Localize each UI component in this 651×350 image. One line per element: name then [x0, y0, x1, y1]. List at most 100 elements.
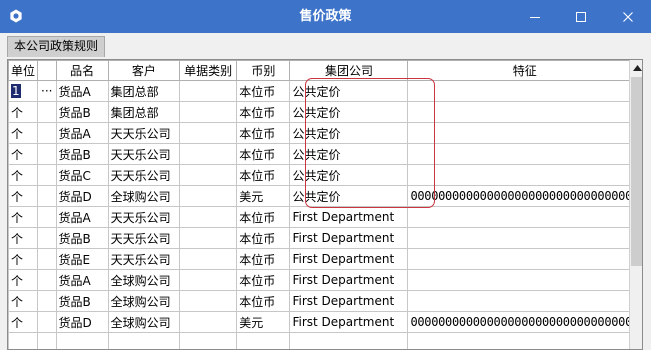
cell-product[interactable]: 货品B	[55, 143, 109, 165]
cell-product[interactable]: 货品A	[55, 122, 109, 144]
cell-doc-type[interactable]	[179, 290, 238, 312]
cell-customer[interactable]: 全球购公司	[107, 269, 181, 291]
table-row[interactable]	[8, 332, 642, 349]
cell-customer[interactable]: 全球购公司	[107, 185, 181, 207]
cell-currency[interactable]: 本位币	[236, 164, 291, 186]
column-header-doc-type[interactable]: 单据类别	[179, 60, 238, 81]
cell-doc-type[interactable]	[179, 269, 238, 291]
cell-group-company[interactable]: First Department	[289, 311, 409, 333]
table-row[interactable]: 个货品C 天天乐公司 本位币 公共定价	[8, 164, 642, 186]
cell-doc-type[interactable]	[179, 101, 238, 123]
close-button[interactable]	[605, 0, 651, 33]
cell-row-selector[interactable]	[37, 227, 57, 249]
cell-product[interactable]: 货品D	[55, 185, 109, 207]
cell-product[interactable]: 货品D	[55, 311, 109, 333]
cell-feature[interactable]	[407, 332, 642, 349]
cell-group-company[interactable]: 公共定价	[289, 101, 409, 123]
cell-customer[interactable]: 天天乐公司	[107, 227, 181, 249]
cell-customer[interactable]: 天天乐公司	[107, 122, 181, 144]
cell-unit[interactable]: 个	[8, 311, 39, 333]
cell-product[interactable]: 货品A	[55, 80, 109, 102]
cell-row-selector[interactable]	[37, 122, 57, 144]
cell-unit[interactable]: 个	[8, 143, 39, 165]
cell-row-selector[interactable]	[37, 332, 57, 349]
column-header-currency[interactable]: 币别	[236, 60, 291, 81]
cell-currency[interactable]: 本位币	[236, 122, 291, 144]
table-row[interactable]: 个货品A 全球购公司 本位币 First Department	[8, 269, 642, 291]
price-policy-grid[interactable]: 单位 品名 客户 单据类别 币别 集团公司 特征 1 ··· 货品A 集团总部 本位币公…	[7, 59, 643, 350]
cell-row-selector[interactable]	[37, 269, 57, 291]
cell-feature[interactable]	[407, 248, 642, 270]
cell-currency[interactable]: 本位币	[236, 101, 291, 123]
cell-group-company[interactable]: First Department	[289, 290, 409, 312]
cell-doc-type[interactable]	[179, 248, 238, 270]
table-row[interactable]: 个货品A 天天乐公司 本位币 公共定价	[8, 122, 642, 144]
table-row[interactable]: 个货品B 集团总部 本位币 公共定价	[8, 101, 642, 123]
cell-customer[interactable]: 天天乐公司	[107, 248, 181, 270]
cell-doc-type[interactable]	[179, 311, 238, 333]
cell-product[interactable]: 货品B	[55, 101, 109, 123]
cell-unit[interactable]: 个	[8, 185, 39, 207]
cell-currency[interactable]: 本位币	[236, 248, 291, 270]
column-header-feature[interactable]: 特征	[407, 60, 642, 81]
cell-group-company[interactable]	[289, 332, 409, 349]
cell-row-selector[interactable]	[37, 311, 57, 333]
cell-unit[interactable]	[8, 332, 39, 349]
cell-unit[interactable]: 个	[8, 122, 39, 144]
cell-row-selector[interactable]	[37, 206, 57, 228]
table-row[interactable]: 个货品E 天天乐公司 本位币 First Department	[8, 248, 642, 270]
vertical-scrollbar[interactable]	[629, 60, 642, 349]
cell-customer[interactable]: 集团总部	[107, 101, 181, 123]
cell-feature[interactable]	[407, 101, 642, 123]
cell-customer[interactable]	[107, 332, 181, 349]
cell-currency[interactable]: 本位币	[236, 143, 291, 165]
cell-row-selector[interactable]: ···	[37, 80, 57, 102]
cell-product[interactable]: 货品A	[55, 269, 109, 291]
column-header-customer[interactable]: 客户	[107, 60, 181, 81]
cell-row-selector[interactable]	[37, 101, 57, 123]
cell-customer[interactable]: 天天乐公司	[107, 164, 181, 186]
column-header-group-company[interactable]: 集团公司	[289, 60, 409, 81]
scroll-thumb[interactable]	[631, 77, 642, 266]
cell-feature[interactable]	[407, 290, 642, 312]
cell-feature[interactable]	[407, 227, 642, 249]
cell-unit[interactable]: 个	[8, 164, 39, 186]
cell-currency[interactable]: 美元	[236, 311, 291, 333]
cell-group-company[interactable]: First Department	[289, 206, 409, 228]
cell-currency[interactable]: 本位币	[236, 206, 291, 228]
table-row[interactable]: 个货品D 全球购公司 美元 公共定价 0000000000000000000000000…	[8, 185, 642, 207]
cell-row-selector[interactable]	[37, 143, 57, 165]
cell-feature[interactable]	[407, 206, 642, 228]
cell-feature[interactable]	[407, 269, 642, 291]
cell-group-company[interactable]: 公共定价	[289, 143, 409, 165]
cell-currency[interactable]: 本位币	[236, 269, 291, 291]
column-header-product[interactable]: 品名	[55, 60, 109, 81]
cell-feature[interactable]: 000000000000000000000000000000000	[407, 185, 642, 207]
minimize-button[interactable]	[512, 0, 558, 33]
cell-unit[interactable]: 个	[8, 248, 39, 270]
cell-group-company[interactable]: 公共定价	[289, 164, 409, 186]
cell-group-company[interactable]: First Department	[289, 248, 409, 270]
cell-group-company[interactable]: 公共定价	[289, 185, 409, 207]
cell-doc-type[interactable]	[179, 80, 238, 102]
column-header-select[interactable]	[37, 60, 57, 81]
cell-customer[interactable]: 全球购公司	[107, 311, 181, 333]
table-row[interactable]: 个货品D 全球购公司 美元 First Department 0000000000000…	[8, 311, 642, 333]
cell-feature[interactable]	[407, 164, 642, 186]
cell-product[interactable]: 货品A	[55, 206, 109, 228]
cell-currency[interactable]: 本位币	[236, 80, 291, 102]
scroll-up-button[interactable]	[630, 60, 642, 76]
table-row[interactable]: 个货品B 全球购公司 本位币 First Department	[8, 290, 642, 312]
cell-group-company[interactable]: 公共定价	[289, 80, 409, 102]
cell-feature[interactable]	[407, 143, 642, 165]
cell-unit[interactable]: 1	[8, 80, 39, 102]
table-row[interactable]: 个货品B 天天乐公司 本位币 公共定价	[8, 143, 642, 165]
cell-doc-type[interactable]	[179, 206, 238, 228]
selected-cell-value[interactable]: 1	[11, 84, 21, 98]
cell-doc-type[interactable]	[179, 332, 238, 349]
cell-customer[interactable]: 集团总部	[107, 80, 181, 102]
cell-doc-type[interactable]	[179, 143, 238, 165]
cell-product[interactable]: 货品B	[55, 290, 109, 312]
cell-feature[interactable]	[407, 122, 642, 144]
cell-doc-type[interactable]	[179, 185, 238, 207]
